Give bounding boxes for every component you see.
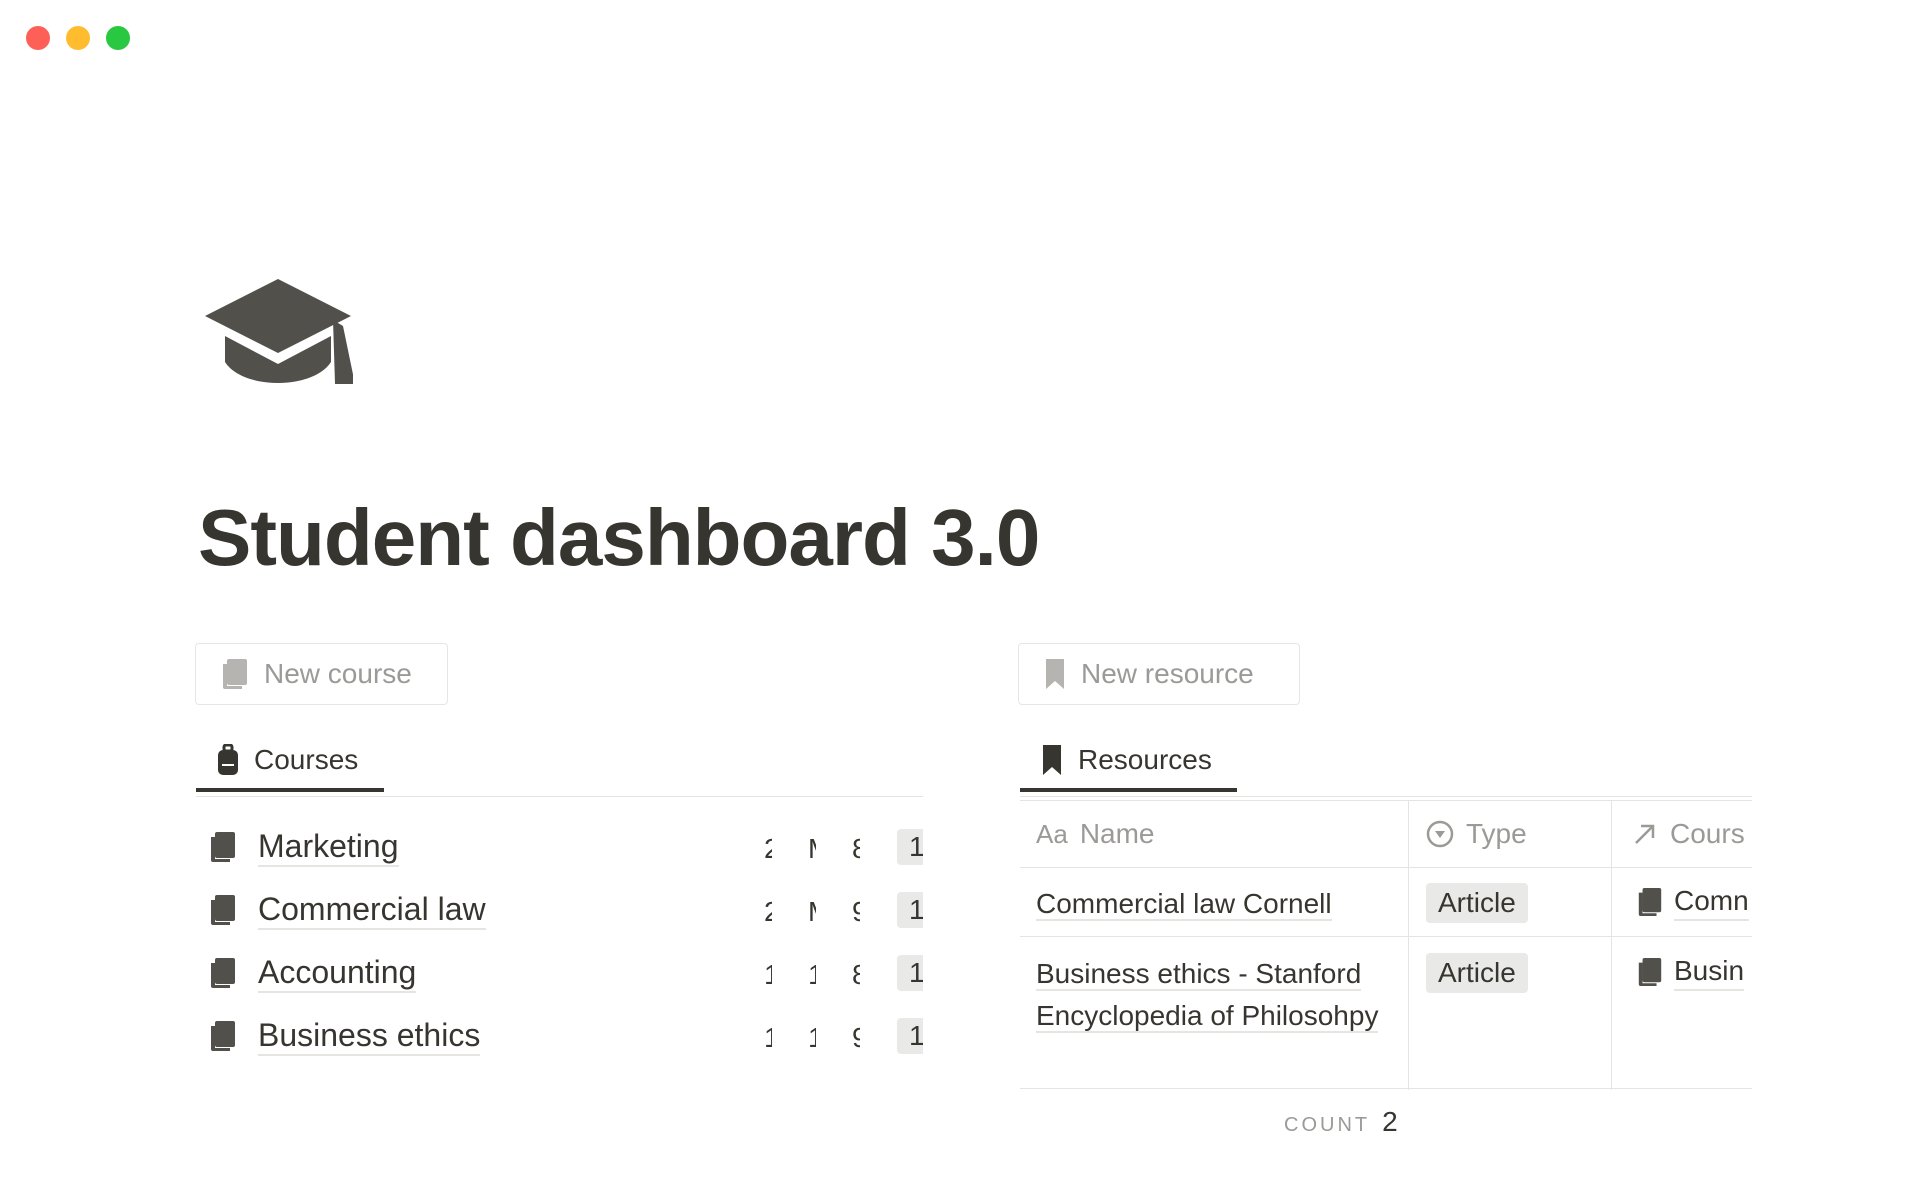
resources-table: Aa Name Type Cours Commercial law Cornel… [1020,800,1752,1092]
relation-arrow-icon [1635,824,1655,844]
column-divider [1408,800,1409,1090]
course-meta: 9 [852,1022,860,1053]
table-row[interactable]: Commercial law Cornell Article Comn [1020,867,1752,937]
course-name[interactable]: Business ethics [258,1016,481,1056]
backpack-icon [218,744,238,775]
course-meta: 9 [852,896,860,927]
course-name[interactable]: Commercial law [258,890,486,930]
text-property-icon: Aa [1036,818,1068,849]
courses-tab-divider [196,796,923,797]
resource-name-cell[interactable]: Business ethics - Stanford Encyclopedia … [1036,953,1386,1037]
resources-tab-divider [1020,796,1752,797]
table-header: Aa Name Type Cours [1020,800,1752,868]
new-course-label: New course [264,658,412,689]
resource-name-cell[interactable]: Commercial law Cornell [1036,883,1386,925]
book-icon [211,895,235,925]
course-relation-label: Busin [1674,953,1745,991]
course-name[interactable]: Marketing [258,827,399,867]
course-meta: 1 [808,1022,816,1053]
course-tag: 1 [897,955,923,991]
type-tag: Article [1426,883,1528,923]
course-tag: 1 [897,1018,923,1054]
graduation-cap-icon[interactable] [203,274,353,394]
book-icon [211,1021,235,1051]
course-relation-cell[interactable]: Comn [1636,883,1749,921]
book-icon [223,659,247,689]
column-header-label: Type [1466,818,1527,849]
course-row[interactable]: Commercial law 2 M 9 1 [196,878,923,941]
course-meta: 8 [852,959,860,990]
course-row[interactable]: Marketing 2 M 8 1 [196,815,923,878]
course-meta: 8 [852,833,860,864]
courses-list: Marketing 2 M 8 1 Commercial law 2 M 9 1… [196,815,923,1065]
table-row[interactable]: Business ethics - Stanford Encyclopedia … [1020,937,1752,1089]
tab-courses-label: Courses [254,744,359,775]
course-tag: 1 [897,829,923,865]
column-divider [1611,800,1612,1090]
table-count: COUNT 2 [1284,1106,1398,1138]
page-title: Student dashboard 3.0 [198,493,1040,582]
book-icon [1638,958,1662,986]
select-property-icon [1426,820,1454,848]
count-value: 2 [1382,1106,1398,1137]
course-meta: M [808,833,816,865]
tab-courses[interactable]: Courses [196,730,384,792]
course-relation-cell[interactable]: Busin [1636,953,1745,991]
window-controls [26,26,130,50]
close-window-button[interactable] [26,26,50,50]
course-meta: 1 [808,959,816,990]
column-header-label: Cours [1670,818,1745,849]
column-header-course[interactable]: Cours [1632,801,1745,867]
course-row[interactable]: Accounting 1 1 8 1 [196,941,923,1004]
course-meta: 2 [764,833,772,864]
course-meta: 1 [764,1022,772,1053]
course-meta: M [808,896,816,928]
course-meta: 1 [764,959,772,990]
column-header-label: Name [1079,818,1155,849]
tab-resources[interactable]: Resources [1020,730,1237,792]
column-header-name[interactable]: Aa Name [1036,801,1155,867]
course-relation-label: Comn [1674,883,1749,921]
count-label: COUNT [1284,1114,1371,1136]
maximize-window-button[interactable] [106,26,130,50]
bookmark-icon [1043,745,1061,775]
new-resource-button[interactable]: New resource [1018,643,1300,705]
new-course-button[interactable]: New course [195,643,448,705]
book-icon [211,958,235,988]
tab-resources-label: Resources [1078,744,1212,775]
course-meta: 2 [764,896,772,927]
type-tag: Article [1426,953,1528,993]
column-header-type[interactable]: Type [1426,801,1527,867]
minimize-window-button[interactable] [66,26,90,50]
book-icon [211,832,235,862]
book-icon [1638,888,1662,916]
resource-name[interactable]: Commercial law Cornell [1036,888,1332,921]
course-tag: 1 [897,892,923,928]
course-row[interactable]: Business ethics 1 1 9 1 [196,1004,923,1065]
course-name[interactable]: Accounting [258,953,417,993]
new-resource-label: New resource [1081,658,1254,689]
resource-name[interactable]: Business ethics - Stanford Encyclopedia … [1036,958,1379,1033]
bookmark-icon [1046,659,1064,689]
